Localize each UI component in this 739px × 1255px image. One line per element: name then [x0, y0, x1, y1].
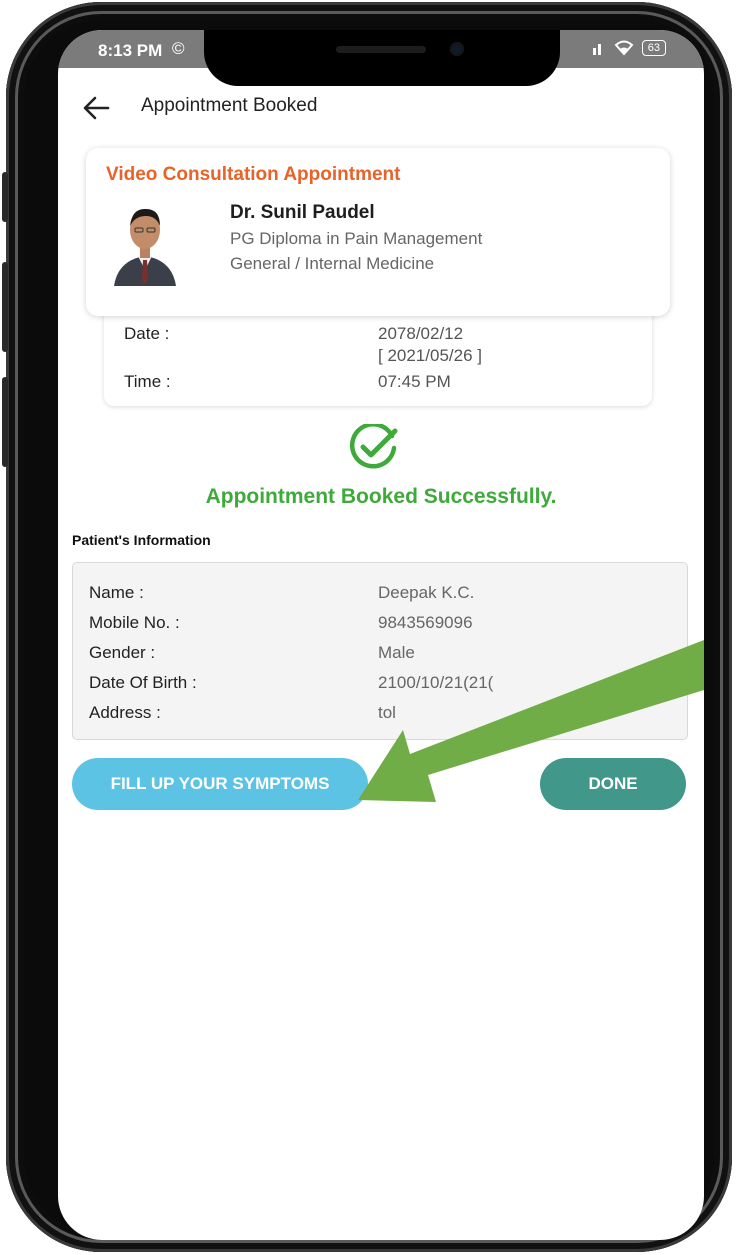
arrow-left-icon[interactable] [80, 92, 112, 124]
time-label: Time : [124, 372, 171, 391]
time-value: 07:45 PM [378, 372, 451, 391]
patient-mobile-label: Mobile No. : [89, 613, 180, 632]
doctor-specialty: General / Internal Medicine [230, 254, 435, 273]
app-bar: Appointment Booked [58, 88, 704, 128]
doctor-avatar [110, 196, 180, 286]
status-extra-glyph: © [172, 39, 185, 58]
battery-icon: 63 [641, 40, 666, 56]
check-circle-icon [349, 424, 398, 469]
doctor-qualification: PG Diploma in Pain Management [230, 229, 483, 248]
phone-side-button [2, 172, 8, 222]
status-time: 8:13 PM [98, 41, 163, 60]
annotation-arrow-icon [358, 640, 704, 802]
patient-address-label: Address : [89, 703, 161, 722]
fill-symptoms-button[interactable]: FILL UP YOUR SYMPTOMS [72, 758, 368, 810]
date-label: Date : [124, 324, 170, 343]
page-title: Appointment Booked [141, 95, 318, 116]
phone-volume-up [2, 262, 8, 352]
patient-section-title: Patient's Information [72, 532, 211, 548]
speaker-grille [336, 46, 426, 53]
app-screen: 8:13 PM © 63 Appointment Booked Video Co… [58, 30, 704, 1240]
patient-name-label: Name : [89, 583, 144, 602]
consultation-type: Video Consultation Appointment [106, 164, 401, 185]
front-camera [450, 42, 464, 56]
wifi-icon [614, 40, 634, 56]
status-right: 63 [592, 40, 666, 56]
patient-dob-label: Date Of Birth : [89, 673, 197, 692]
doctor-name: Dr. Sunil Paudel [230, 202, 375, 223]
phone-frame: 8:13 PM © 63 Appointment Booked Video Co… [2, 2, 732, 1252]
success-message: Appointment Booked Successfully. [205, 485, 557, 508]
date-bs-value: 2078/02/12 [378, 324, 464, 343]
phone-volume-down [2, 377, 8, 467]
date-ad-value: [ 2021/05/26 ] [378, 346, 482, 365]
patient-name-value: Deepak K.C. [378, 583, 475, 602]
patient-gender-label: Gender : [89, 643, 156, 662]
doctor-card: Video Consultation Appointment Dr. Sunil… [86, 148, 670, 316]
camera-notch [204, 30, 560, 86]
signal-icon [592, 44, 601, 55]
